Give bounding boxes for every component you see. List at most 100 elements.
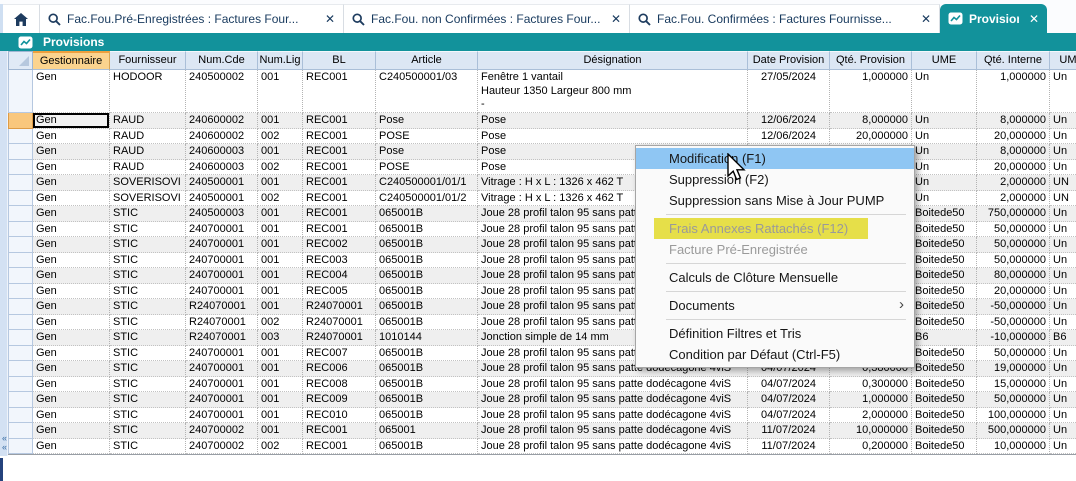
table-cell[interactable]: 27/05/2024 <box>748 70 830 113</box>
table-cell[interactable]: 04/07/2024 <box>748 377 830 393</box>
row-selector[interactable] <box>8 70 33 113</box>
table-cell[interactable]: 20,000000 <box>977 284 1050 300</box>
table-cell[interactable]: Gen <box>33 346 110 362</box>
row-selector[interactable] <box>8 144 33 160</box>
close-icon[interactable]: ✕ <box>1025 12 1039 26</box>
table-cell[interactable]: POSE <box>376 160 478 176</box>
column-header[interactable]: Num.Lig <box>258 51 303 70</box>
column-header[interactable]: Fournisseur <box>110 51 186 70</box>
row-selector[interactable] <box>8 346 33 362</box>
table-cell[interactable]: Un <box>1050 206 1076 222</box>
table-cell[interactable]: Gen <box>33 299 110 315</box>
table-cell[interactable]: Pose <box>376 144 478 160</box>
table-cell[interactable]: 240700001 <box>186 361 258 377</box>
table-cell[interactable]: 001 <box>258 423 303 439</box>
tab-fac-fou-confirmees[interactable]: Fac.Fou. Confirmées : Factures Fournisse… <box>630 4 940 33</box>
table-cell[interactable]: 12/06/2024 <box>748 129 830 145</box>
table-cell[interactable]: 240700001 <box>186 377 258 393</box>
table-cell[interactable]: R24070001 <box>186 315 258 331</box>
table-cell[interactable]: Boitede50 <box>912 268 977 284</box>
table-cell[interactable]: 240700002 <box>186 423 258 439</box>
table-row[interactable]: GenSTICR24070001002R24070001065001BJoue … <box>8 315 1076 331</box>
column-header[interactable]: UME <box>912 51 977 70</box>
table-cell[interactable]: 065001B <box>376 222 478 238</box>
table-cell[interactable]: 065001 <box>376 423 478 439</box>
table-cell[interactable]: 15,000000 <box>977 377 1050 393</box>
row-selector[interactable] <box>8 191 33 207</box>
table-cell[interactable]: Gen <box>33 330 110 346</box>
table-cell[interactable]: STIC <box>110 284 186 300</box>
table-cell[interactable]: 10,000000 <box>977 439 1050 455</box>
table-cell[interactable]: C240500001/03 <box>376 70 478 113</box>
table-cell[interactable]: Gen <box>33 113 110 129</box>
context-menu-item[interactable]: Suppression sans Mise à Jour PUMP <box>636 190 914 211</box>
column-header[interactable]: Qté. Interne <box>977 51 1050 70</box>
table-cell[interactable]: 001 <box>258 222 303 238</box>
column-header[interactable]: UMI <box>1050 51 1076 70</box>
table-row[interactable]: GenSTIC240700002001REC001065001Joue 28 p… <box>8 423 1076 439</box>
table-cell[interactable]: Gen <box>33 191 110 207</box>
context-menu-item[interactable]: Facture Pré-Enregistrée <box>636 239 914 260</box>
column-header[interactable]: Désignation <box>478 51 748 70</box>
table-cell[interactable]: R24070001 <box>303 315 376 331</box>
row-selector[interactable] <box>8 408 33 424</box>
table-cell[interactable]: Joue 28 profil talon 95 sans patte dodéc… <box>478 408 748 424</box>
table-cell[interactable]: Un <box>1050 423 1076 439</box>
table-cell[interactable]: Boitede50 <box>912 423 977 439</box>
table-cell[interactable]: 50,000000 <box>977 222 1050 238</box>
table-cell[interactable]: Un <box>1050 377 1076 393</box>
table-cell[interactable]: 04/07/2024 <box>748 392 830 408</box>
table-cell[interactable]: Gen <box>33 237 110 253</box>
table-cell[interactable]: 001 <box>258 284 303 300</box>
table-cell[interactable]: Gen <box>33 423 110 439</box>
table-cell[interactable]: 001 <box>258 377 303 393</box>
table-row[interactable]: GenSTIC240700001001REC010065001BJoue 28 … <box>8 408 1076 424</box>
table-cell[interactable]: Boitede50 <box>912 377 977 393</box>
table-cell[interactable]: STIC <box>110 237 186 253</box>
table-cell[interactable]: 240600002 <box>186 129 258 145</box>
table-cell[interactable]: Boitede50 <box>912 206 977 222</box>
select-all-corner[interactable] <box>8 51 33 70</box>
table-cell[interactable]: Un <box>1050 361 1076 377</box>
row-selector[interactable] <box>8 160 33 176</box>
table-cell[interactable]: 1,000000 <box>977 70 1050 113</box>
tab-provisions[interactable]: Provisions ✕ <box>940 4 1047 33</box>
table-cell[interactable]: STIC <box>110 222 186 238</box>
table-cell[interactable]: STIC <box>110 408 186 424</box>
table-cell[interactable]: Un <box>1050 113 1076 129</box>
table-cell[interactable]: Un <box>912 175 977 191</box>
table-row[interactable]: GenSTICR24070001001R24070001065001BJoue … <box>8 299 1076 315</box>
table-cell[interactable]: 001 <box>258 206 303 222</box>
table-cell[interactable]: 240600003 <box>186 160 258 176</box>
context-menu-item[interactable]: Modification (F1) <box>636 148 914 169</box>
table-cell[interactable]: 001 <box>258 268 303 284</box>
table-cell[interactable]: REC001 <box>303 175 376 191</box>
table-cell[interactable]: 002 <box>258 129 303 145</box>
table-row[interactable]: GenSTIC240700001001REC006065001BJoue 28 … <box>8 361 1076 377</box>
table-cell[interactable]: 240500001 <box>186 175 258 191</box>
row-selector[interactable] <box>8 253 33 269</box>
table-cell[interactable]: Un <box>1050 284 1076 300</box>
table-row[interactable]: GenSTICR24070001003R240700011010144Jonct… <box>8 330 1076 346</box>
table-cell[interactable]: 240500002 <box>186 70 258 113</box>
tab-home[interactable] <box>3 4 40 33</box>
table-cell[interactable]: 065001B <box>376 206 478 222</box>
table-cell[interactable]: 240700001 <box>186 284 258 300</box>
column-header[interactable]: BL <box>303 51 376 70</box>
table-cell[interactable]: 2,000000 <box>830 408 912 424</box>
table-cell[interactable]: STIC <box>110 206 186 222</box>
table-cell[interactable]: 240700001 <box>186 392 258 408</box>
table-cell[interactable]: 001 <box>258 361 303 377</box>
table-row[interactable]: GenSTIC240700001001REC005065001BJoue 28 … <box>8 284 1076 300</box>
table-cell[interactable]: 2,000000 <box>977 191 1050 207</box>
table-cell[interactable]: 11/07/2024 <box>748 439 830 455</box>
column-header[interactable]: Date Provision <box>748 51 830 70</box>
table-cell[interactable]: 002 <box>258 439 303 455</box>
table-cell[interactable]: REC001 <box>303 144 376 160</box>
table-cell[interactable]: 50,000000 <box>977 392 1050 408</box>
table-cell[interactable]: 001 <box>258 175 303 191</box>
table-cell[interactable]: 50,000000 <box>977 253 1050 269</box>
table-cell[interactable]: 240700001 <box>186 253 258 269</box>
row-selector[interactable] <box>8 129 33 145</box>
context-menu-item[interactable]: Définition Filtres et Tris <box>636 323 914 344</box>
